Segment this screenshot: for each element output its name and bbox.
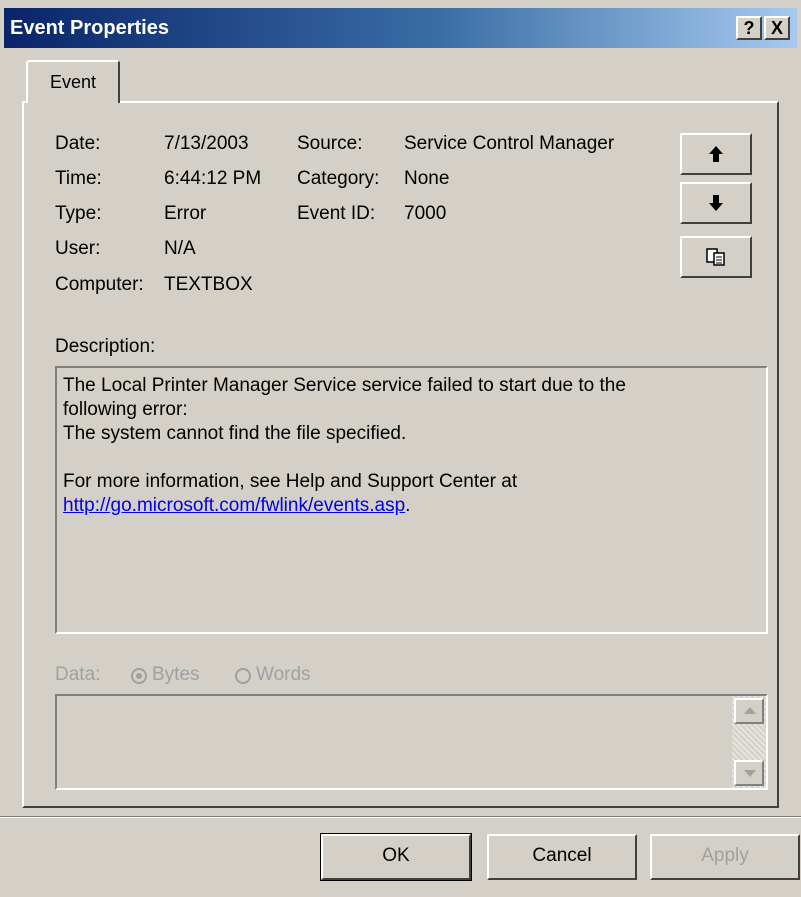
data-textbox[interactable] xyxy=(55,694,768,790)
previous-event-button[interactable] xyxy=(680,133,752,175)
type-label: Type: xyxy=(55,203,102,224)
type-value: Error xyxy=(164,203,207,224)
source-value: Service Control Manager xyxy=(404,133,615,154)
description-line-3: The system cannot find the file specifie… xyxy=(63,423,407,444)
data-scrollbar[interactable] xyxy=(732,696,766,788)
description-line-4: For more information, see Help and Suppo… xyxy=(63,471,518,492)
description-line-2: following error: xyxy=(63,399,188,420)
chevron-up-icon xyxy=(744,707,756,714)
user-label: User: xyxy=(55,238,101,259)
source-label: Source: xyxy=(297,133,363,154)
help-button[interactable]: ? xyxy=(736,16,762,40)
scroll-up-button[interactable] xyxy=(734,698,764,724)
next-event-button[interactable] xyxy=(680,182,752,224)
user-value: N/A xyxy=(164,238,196,259)
tab-event[interactable]: Event xyxy=(26,60,120,103)
copy-button[interactable] xyxy=(680,236,752,278)
bytes-label: Bytes xyxy=(152,664,200,685)
up-arrow-icon xyxy=(709,146,723,162)
scroll-down-button[interactable] xyxy=(734,760,764,786)
description-blank-line xyxy=(63,446,760,470)
chevron-down-icon xyxy=(744,770,756,777)
words-radio[interactable] xyxy=(235,668,251,684)
down-arrow-icon xyxy=(709,195,723,211)
event-id-label: Event ID: xyxy=(297,203,376,224)
data-label: Data: xyxy=(55,664,101,685)
category-value: None xyxy=(404,168,450,189)
description-line-1: The Local Printer Manager Service servic… xyxy=(63,375,626,396)
category-label: Category: xyxy=(297,168,380,189)
ok-button[interactable]: OK xyxy=(320,833,472,881)
copy-icon xyxy=(706,248,725,266)
date-label: Date: xyxy=(55,133,101,154)
description-link-line: http://go.microsoft.com/fwlink/events.as… xyxy=(63,494,760,518)
description-label: Description: xyxy=(55,336,156,357)
window-title: Event Properties xyxy=(10,17,169,39)
computer-label: Computer: xyxy=(55,274,144,295)
bytes-radio[interactable] xyxy=(131,668,147,684)
event-properties-dialog: Event Properties ? X Event Date: 7/13/20… xyxy=(0,0,801,897)
cancel-button[interactable]: Cancel xyxy=(487,834,637,880)
time-value: 6:44:12 PM xyxy=(164,168,262,189)
description-textbox[interactable]: The Local Printer Manager Service servic… xyxy=(55,366,768,634)
words-label: Words xyxy=(256,664,311,685)
event-id-value: 7000 xyxy=(404,203,447,224)
footer-divider xyxy=(0,816,801,818)
computer-value: TEXTBOX xyxy=(164,274,253,295)
date-value: 7/13/2003 xyxy=(164,133,249,154)
apply-button[interactable]: Apply xyxy=(650,834,800,880)
close-button[interactable]: X xyxy=(764,16,790,40)
title-bar[interactable]: Event Properties ? X xyxy=(4,8,797,48)
time-label: Time: xyxy=(55,168,102,189)
help-link[interactable]: http://go.microsoft.com/fwlink/events.as… xyxy=(63,495,405,516)
link-trailer: . xyxy=(405,495,411,516)
